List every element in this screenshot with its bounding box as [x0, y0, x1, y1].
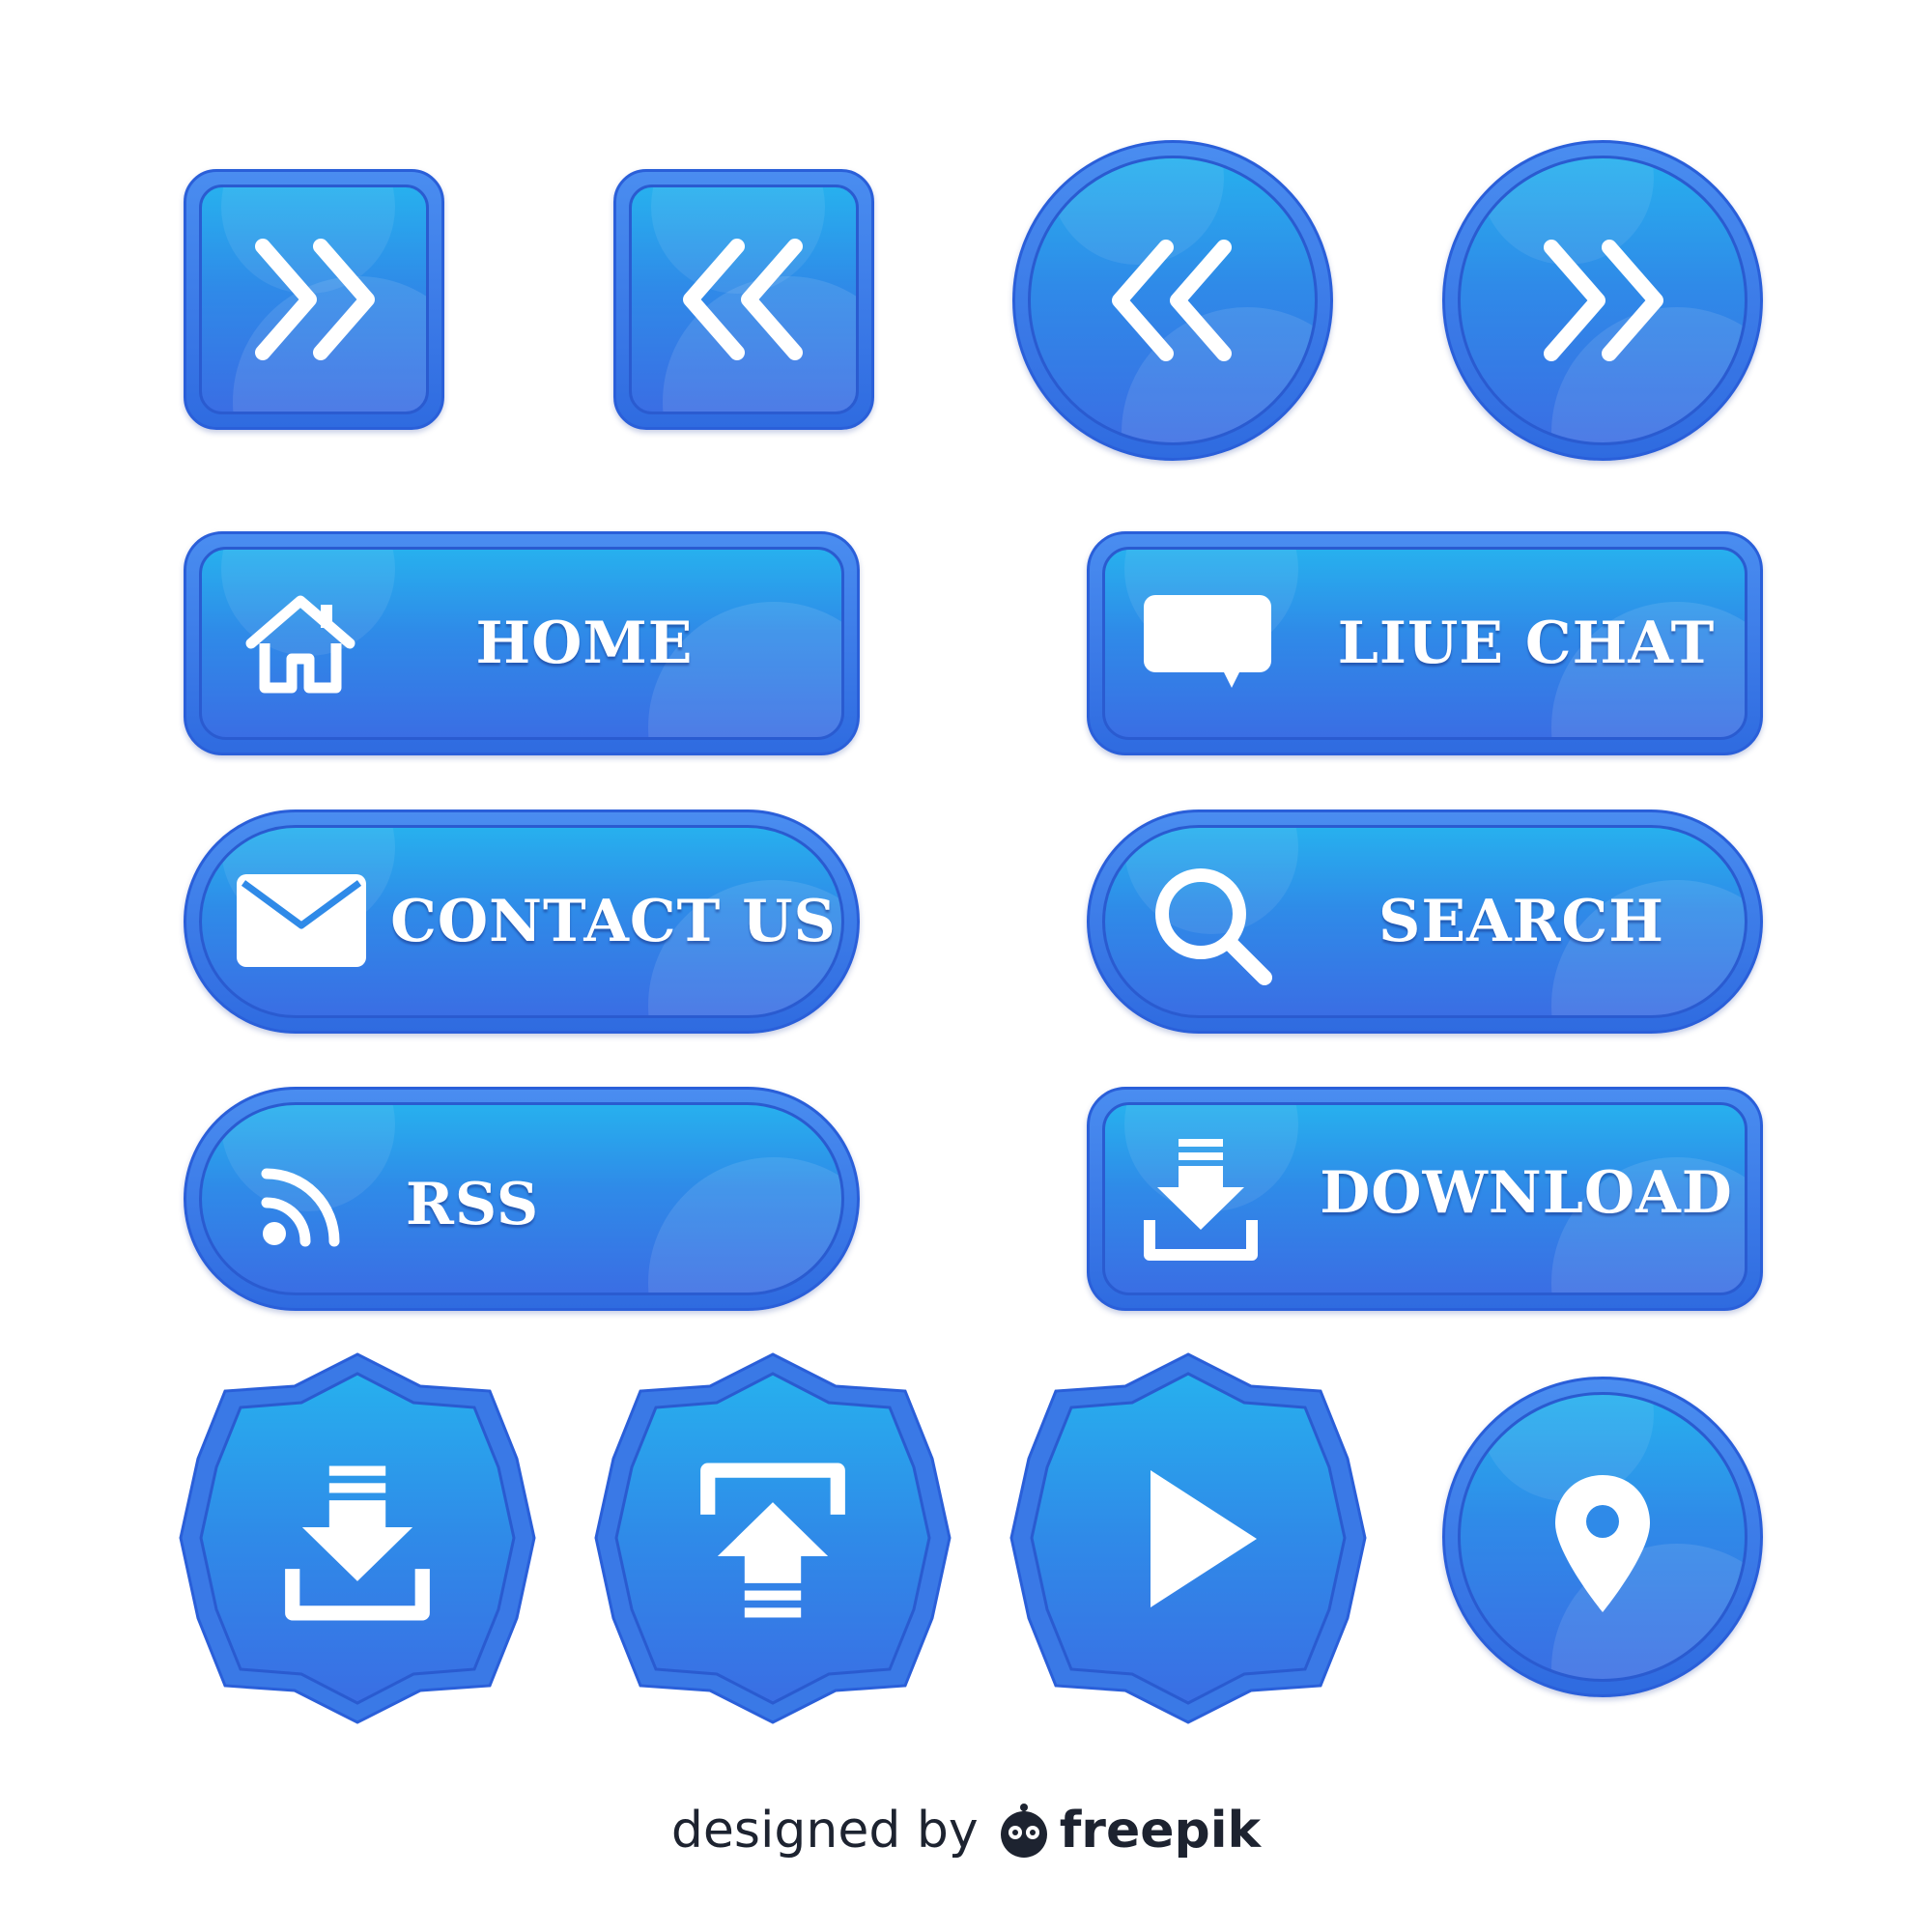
footer-credit: designed by freepik — [0, 1797, 1932, 1864]
search-label: SEARCH — [1378, 888, 1664, 955]
download-icon — [280, 1463, 435, 1623]
chevron-double-left-icon — [1100, 228, 1245, 373]
rewind-round-button[interactable] — [1012, 140, 1333, 461]
home-label: HOME — [475, 610, 694, 677]
location-round-button[interactable] — [1442, 1377, 1763, 1697]
chevron-double-right-icon — [1530, 228, 1675, 373]
footer-prefix: designed by — [670, 1802, 979, 1860]
rss-label: RSS — [406, 1171, 540, 1238]
rewind-square-button[interactable] — [613, 169, 874, 430]
fast-forward-square-button[interactable] — [184, 169, 444, 430]
upload-icon — [696, 1461, 850, 1620]
footer-brand: freepik — [1059, 1802, 1262, 1860]
home-button[interactable]: HOME — [184, 531, 860, 755]
chevron-double-right-icon — [242, 227, 386, 372]
live-chat-button[interactable]: LIUE CHAT — [1087, 531, 1763, 755]
download-label: DOWNLOAD — [1320, 1159, 1733, 1227]
search-button[interactable]: SEARCH — [1087, 810, 1763, 1034]
play-badge-button[interactable] — [1009, 1352, 1367, 1724]
chevron-double-left-icon — [671, 227, 816, 372]
rss-button[interactable]: RSS — [184, 1087, 860, 1311]
download-button[interactable]: DOWNLOAD — [1087, 1087, 1763, 1311]
fast-forward-round-button[interactable] — [1442, 140, 1763, 461]
contact-us-button[interactable]: CONTACT US — [184, 810, 860, 1034]
location-pin-icon — [1551, 1471, 1654, 1616]
download-badge-button[interactable] — [179, 1352, 536, 1724]
upload-badge-button[interactable] — [594, 1352, 952, 1724]
play-icon — [1145, 1466, 1261, 1611]
freepik-logo-icon — [996, 1803, 1052, 1859]
live-chat-label: LIUE CHAT — [1337, 610, 1716, 677]
contact-us-label: CONTACT US — [390, 888, 837, 955]
rss-icon — [261, 1164, 344, 1247]
